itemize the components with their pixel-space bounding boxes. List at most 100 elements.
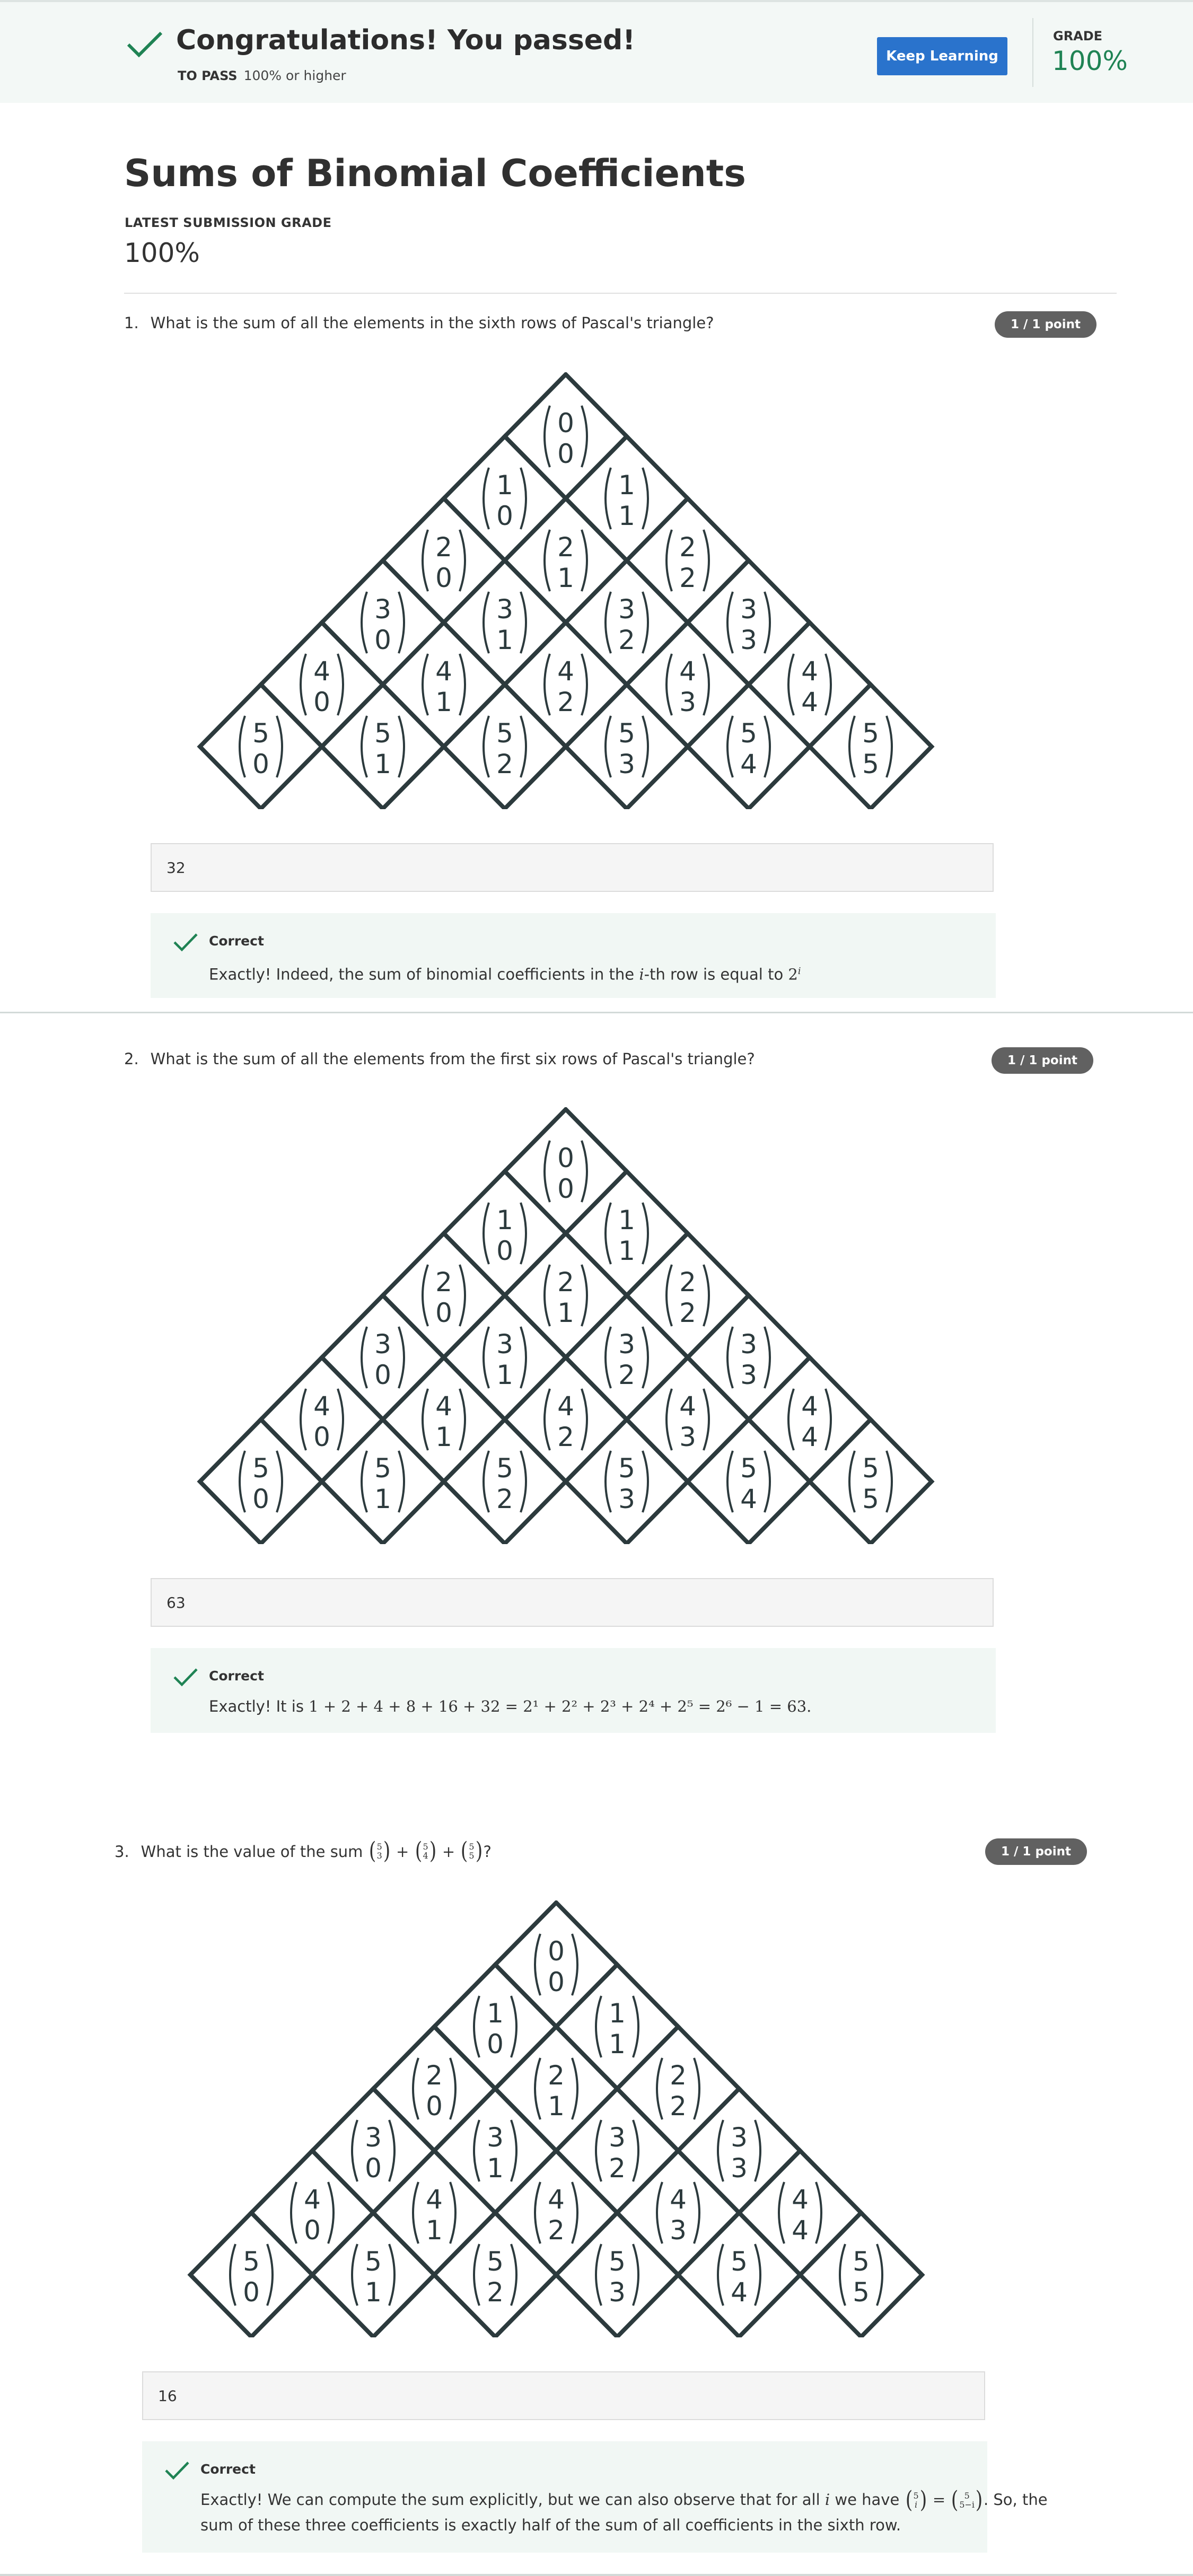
binom-top: 1 (618, 470, 635, 501)
binom-top: 2 (679, 532, 696, 563)
binom-bottom: 3 (376, 1850, 382, 1861)
binom-top: 4 (304, 2184, 321, 2215)
binom-top: 2 (548, 2060, 565, 2091)
answer-field: 16 (142, 2371, 985, 2420)
binom-bottom: 5−i (959, 2500, 975, 2510)
binom-bottom: 0 (313, 1422, 330, 1452)
binom-top: 2 (670, 2060, 687, 2091)
question-1-prompt: 1. What is the sum of all the elements i… (124, 314, 714, 332)
feedback-label: Correct (209, 933, 264, 949)
binom-bottom: i (915, 2500, 918, 2510)
section-divider (0, 2574, 1193, 2576)
binom-top: 2 (557, 532, 574, 563)
binom-bottom: 4 (731, 2277, 748, 2308)
latest-grade-value: 100% (124, 238, 200, 268)
binom-top: 4 (548, 2184, 565, 2215)
binom-top: 2 (435, 532, 452, 563)
binom-top: 2 (557, 1267, 574, 1298)
binom-top: 2 (426, 2060, 443, 2091)
binom-top: 5 (862, 1453, 879, 1484)
binom-bottom: 2 (618, 625, 635, 655)
binom-bottom: 3 (609, 2277, 626, 2308)
binom-bottom: 1 (548, 2091, 565, 2122)
question-3-prompt: 3. What is the value of the sum (5 3) + (… (115, 1838, 492, 1864)
binomial: (5 3) (369, 1838, 391, 1864)
binom-bottom: 3 (679, 1422, 696, 1452)
binom-top: 1 (609, 1998, 626, 2029)
binom-top: 3 (740, 1329, 757, 1360)
checkmark-icon (165, 2461, 189, 2480)
question-number: 2. (124, 1050, 139, 1068)
feedback-text-part: Exactly! Indeed, the sum of binomial coe… (209, 965, 639, 984)
binom-bottom: 0 (313, 687, 330, 717)
binom-bottom: 0 (374, 1360, 391, 1390)
binom-top: 3 (487, 2122, 504, 2153)
binom-bottom: 0 (557, 1173, 574, 1204)
binom-bottom: 0 (252, 1484, 269, 1514)
binom-bottom: 0 (435, 563, 452, 593)
binom-top: 5 (252, 1453, 269, 1484)
question-number: 3. (115, 1842, 129, 1861)
keep-learning-button[interactable]: Keep Learning (877, 37, 1007, 75)
question-2-prompt: 2. What is the sum of all the elements f… (124, 1050, 755, 1068)
binom-bottom: 2 (609, 2153, 626, 2184)
binom-top: 5 (618, 718, 635, 749)
binom-bottom: 0 (487, 2029, 504, 2060)
binom-bottom: 1 (496, 1360, 513, 1390)
binom-top: 3 (374, 594, 391, 625)
divider (124, 293, 1117, 294)
binom-top: 4 (801, 1391, 818, 1422)
binom-top: 5 (487, 2246, 504, 2277)
binom-bottom: 1 (374, 749, 391, 779)
binom-bottom: 3 (731, 2153, 748, 2184)
binom-bottom: 0 (243, 2277, 260, 2308)
binom-bottom: 4 (740, 749, 757, 779)
binom-bottom: 2 (496, 1484, 513, 1514)
points-badge: 1 / 1 point (995, 311, 1096, 338)
binom-bottom: 3 (740, 625, 757, 655)
binom-top: 4 (435, 656, 452, 687)
binom-top: 5 (609, 2246, 626, 2277)
binom-bottom: 5 (853, 2277, 870, 2308)
binom-bottom: 0 (374, 625, 391, 655)
binom-top: 0 (557, 408, 574, 439)
binom-bottom: 1 (609, 2029, 626, 2060)
feedback-correct: Correct Exactly! We can compute the sum … (142, 2441, 1048, 2553)
binom-top: 3 (365, 2122, 382, 2153)
binom-bottom: 2 (557, 687, 574, 717)
math-base: 2 (788, 965, 798, 984)
binom-top: 3 (374, 1329, 391, 1360)
feedback-text-part: Exactly! It is (209, 1697, 309, 1715)
feedback-text-part: Exactly! We can compute the sum explicit… (200, 2491, 825, 2509)
binom-top: 4 (670, 2184, 687, 2215)
to-pass-label: TO PASS (178, 68, 238, 83)
binom-top: 5 (374, 718, 391, 749)
answer-field: 63 (151, 1578, 994, 1627)
binom-top: 4 (435, 1391, 452, 1422)
binom-top: 4 (313, 656, 330, 687)
binom-top: 2 (679, 1267, 696, 1298)
binom-top: 4 (557, 656, 574, 687)
binom-bottom: 5 (469, 1850, 475, 1861)
points-badge: 1 / 1 point (985, 1838, 1087, 1865)
to-pass-info: TO PASS 100% or higher (178, 68, 346, 83)
math-exponent: i (797, 966, 801, 977)
binom-bottom: 1 (426, 2215, 443, 2246)
binom-top: 3 (618, 1329, 635, 1360)
feedback-label: Correct (209, 1668, 264, 1684)
binom-bottom: 0 (496, 1236, 513, 1266)
binom-bottom: 0 (252, 749, 269, 779)
feedback-label: Correct (200, 2461, 256, 2477)
question-number: 1. (124, 314, 139, 332)
points-badge: 1 / 1 point (992, 1047, 1093, 1074)
feedback-text: Exactly! Indeed, the sum of binomial coe… (209, 959, 801, 987)
binom-bottom: 4 (792, 2215, 809, 2246)
binom-top: 1 (496, 1205, 513, 1236)
binom-bottom: 1 (487, 2153, 504, 2184)
binom-bottom: 3 (670, 2215, 687, 2246)
binomial: (5 4) (415, 1838, 436, 1864)
binom-bottom: 2 (496, 749, 513, 779)
binom-bottom: 4 (423, 1850, 428, 1861)
binom-bottom: 4 (740, 1484, 757, 1514)
answer-field: 32 (151, 843, 994, 892)
